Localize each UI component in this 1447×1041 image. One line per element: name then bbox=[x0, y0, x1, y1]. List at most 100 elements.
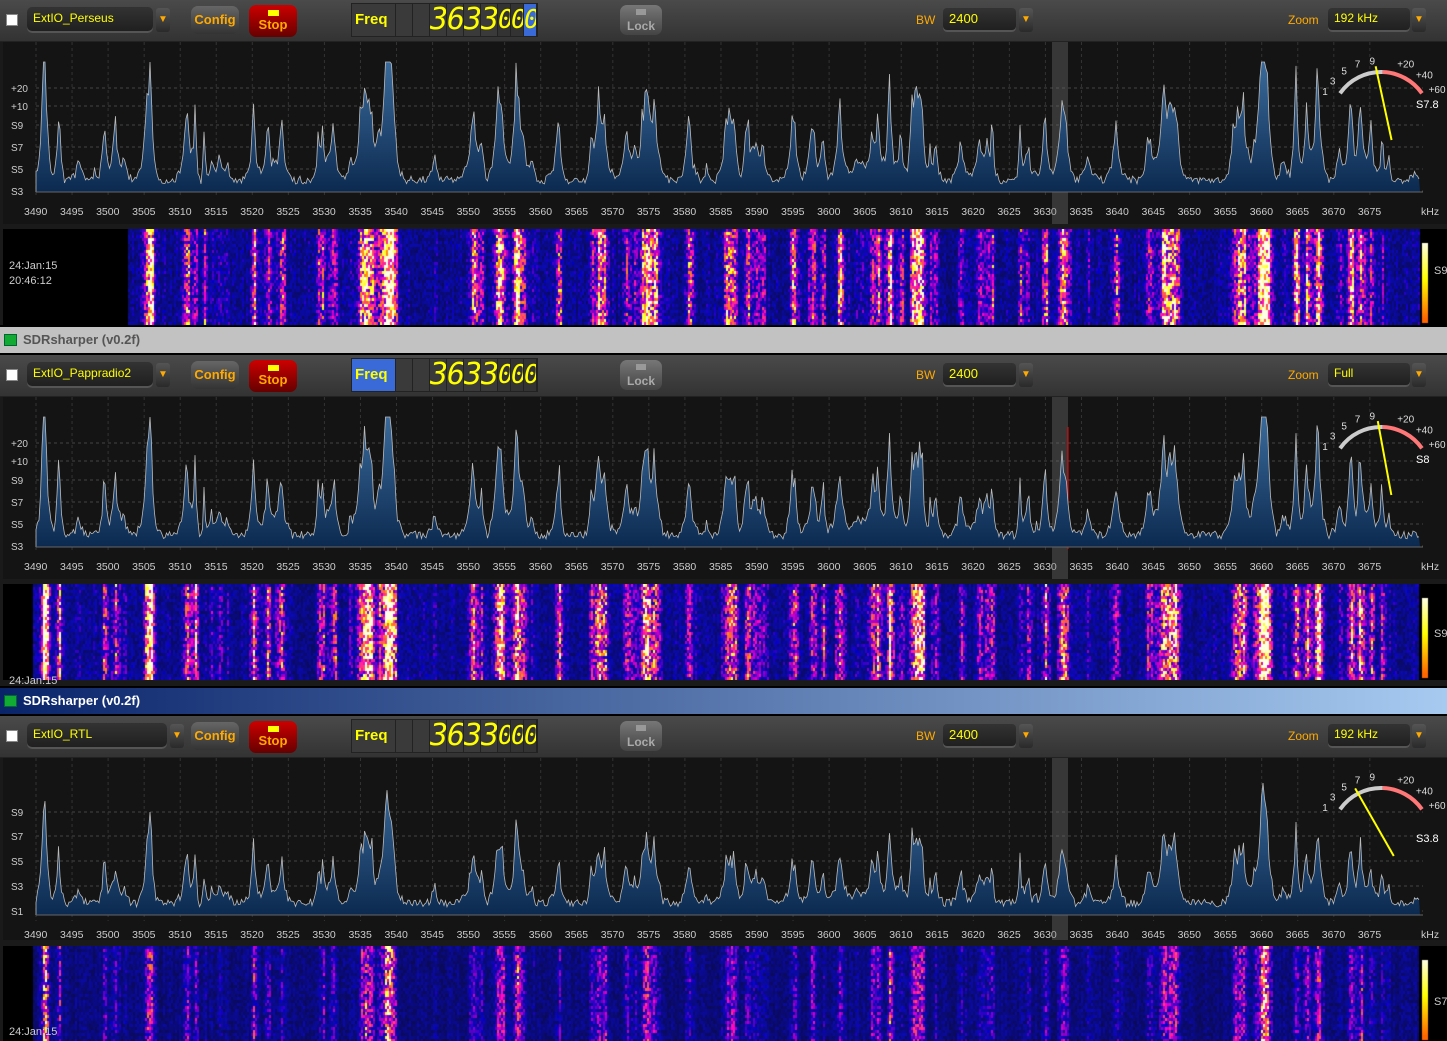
freq-digit[interactable]: 3 bbox=[430, 720, 447, 752]
sdr-panel: ExtIO_Perseus ▼ Config Stop Freq 3 6 3 3… bbox=[0, 0, 1447, 325]
freq-digit[interactable]: 3 bbox=[464, 359, 481, 391]
freq-digit-blank[interactable] bbox=[413, 359, 430, 391]
s-meter-tick-label: 3 bbox=[1330, 77, 1336, 88]
stop-button[interactable]: Stop bbox=[249, 5, 297, 37]
freq-digit[interactable]: 0 bbox=[498, 4, 511, 36]
freq-digit[interactable]: 0 bbox=[498, 359, 511, 391]
x-axis-tick-label: 3505 bbox=[132, 561, 156, 573]
s-meter-tick-label: 1 bbox=[1322, 87, 1328, 98]
waterfall-display[interactable] bbox=[3, 584, 1447, 680]
spectrum-display[interactable]: +20 +10 S9 S7 S5 S33490 3495 3500 3505 3510 3515 35… bbox=[3, 42, 1447, 224]
zoom-select[interactable]: 192 kHz bbox=[1328, 724, 1410, 748]
config-button[interactable]: Config bbox=[191, 6, 239, 34]
spectrum-display[interactable]: +20 +10 S9 S7 S5 S33490 3495 3500 3505 3510 3515 35… bbox=[3, 397, 1447, 579]
spectrum-fill bbox=[36, 783, 1420, 915]
bw-select[interactable]: 2400 bbox=[943, 363, 1016, 387]
zoom-dropdown-arrow-icon[interactable]: ▼ bbox=[1412, 724, 1426, 748]
bw-dropdown-arrow-icon[interactable]: ▼ bbox=[1019, 363, 1033, 387]
x-axis-tick-label: 3560 bbox=[529, 929, 553, 940]
zoom-dropdown-arrow-icon[interactable]: ▼ bbox=[1412, 363, 1426, 387]
source-select[interactable]: ExtIO_RTL bbox=[27, 723, 167, 749]
panel-checkbox[interactable] bbox=[6, 14, 18, 26]
zoom-select[interactable]: Full bbox=[1328, 363, 1410, 387]
x-axis-tick-label: 3600 bbox=[817, 561, 841, 573]
s-meter-tick-label: 5 bbox=[1341, 783, 1347, 794]
frequency-display[interactable]: Freq 3 6 3 3 0 0 0 bbox=[351, 358, 538, 392]
config-button[interactable]: Config bbox=[191, 722, 239, 750]
y-axis-label: S3 bbox=[11, 542, 24, 553]
freq-label[interactable]: Freq bbox=[352, 4, 396, 36]
x-axis-tick-label: 3545 bbox=[421, 929, 445, 940]
freq-digit-blank[interactable] bbox=[413, 720, 430, 752]
freq-digit[interactable]: 0 bbox=[511, 720, 524, 752]
source-select[interactable]: ExtIO_Perseus bbox=[27, 7, 153, 33]
freq-digit-blank[interactable] bbox=[396, 359, 413, 391]
x-axis-tick-label: 3595 bbox=[781, 929, 805, 940]
x-axis-tick-label: 3505 bbox=[132, 206, 156, 218]
stop-button[interactable]: Stop bbox=[249, 721, 297, 753]
bw-dropdown-arrow-icon[interactable]: ▼ bbox=[1019, 8, 1033, 32]
waterfall-display[interactable] bbox=[3, 946, 1447, 1041]
lock-button[interactable]: Lock bbox=[620, 360, 662, 390]
freq-digit-blank[interactable] bbox=[396, 720, 413, 752]
freq-digit[interactable]: 3 bbox=[481, 4, 498, 36]
window-titlebar-inactive[interactable]: SDRsharper (v0.2f) bbox=[0, 327, 1447, 353]
x-axis-tick-label: 3540 bbox=[385, 206, 409, 218]
freq-digit[interactable]: 6 bbox=[447, 720, 464, 752]
freq-digit[interactable]: 3 bbox=[481, 720, 498, 752]
frequency-display[interactable]: Freq 3 6 3 3 0 0 0 bbox=[351, 719, 538, 753]
freq-digit[interactable]: 0 bbox=[524, 4, 537, 36]
freq-digit-blank[interactable] bbox=[396, 4, 413, 36]
freq-digit[interactable]: 0 bbox=[498, 720, 511, 752]
zoom-dropdown-arrow-icon[interactable]: ▼ bbox=[1412, 8, 1426, 32]
source-dropdown-arrow-icon[interactable]: ▼ bbox=[170, 724, 184, 748]
panel-checkbox[interactable] bbox=[6, 369, 18, 381]
stop-button[interactable]: Stop bbox=[249, 360, 297, 392]
x-axis-tick-label: 3520 bbox=[240, 206, 264, 218]
s-meter-tick-label: 7 bbox=[1355, 60, 1361, 71]
zoom-select[interactable]: 192 kHz bbox=[1328, 8, 1410, 32]
freq-label[interactable]: Freq bbox=[352, 720, 396, 752]
s-meter-tick-label: 5 bbox=[1341, 67, 1347, 78]
spectrum-fill bbox=[36, 62, 1420, 192]
freq-digit[interactable]: 0 bbox=[511, 4, 524, 36]
freq-digit[interactable]: 3 bbox=[430, 4, 447, 36]
y-axis-label: S7 bbox=[11, 498, 24, 509]
window-title: SDRsharper (v0.2f) bbox=[23, 332, 141, 347]
freq-digit[interactable]: 6 bbox=[447, 359, 464, 391]
window-titlebar-active[interactable]: SDRsharper (v0.2f) bbox=[0, 688, 1447, 714]
freq-digit[interactable]: 3 bbox=[481, 359, 498, 391]
frequency-display[interactable]: Freq 3 6 3 3 0 0 0 bbox=[351, 3, 538, 37]
source-select[interactable]: ExtIO_Pappradio2 bbox=[27, 362, 153, 388]
freq-digit[interactable]: 0 bbox=[524, 359, 537, 391]
s-meter-tick-label: 9 bbox=[1370, 56, 1376, 67]
x-axis-tick-label: 3625 bbox=[997, 206, 1021, 218]
bw-dropdown-arrow-icon[interactable]: ▼ bbox=[1019, 724, 1033, 748]
freq-digit[interactable]: 0 bbox=[524, 720, 537, 752]
s-meter-tick-label: 3 bbox=[1330, 432, 1336, 443]
source-dropdown-arrow-icon[interactable]: ▼ bbox=[156, 8, 170, 32]
freq-digit[interactable]: 0 bbox=[511, 359, 524, 391]
y-axis-label: S7 bbox=[11, 143, 24, 154]
bw-select[interactable]: 2400 bbox=[943, 724, 1016, 748]
config-button[interactable]: Config bbox=[191, 361, 239, 389]
source-dropdown-arrow-icon[interactable]: ▼ bbox=[156, 363, 170, 387]
panel-checkbox[interactable] bbox=[6, 730, 18, 742]
freq-label[interactable]: Freq bbox=[352, 359, 396, 391]
freq-digit[interactable]: 3 bbox=[464, 720, 481, 752]
bw-select[interactable]: 2400 bbox=[943, 8, 1016, 32]
x-axis-tick-label: 3495 bbox=[60, 929, 84, 940]
freq-digit-blank[interactable] bbox=[413, 4, 430, 36]
freq-digit[interactable]: 3 bbox=[464, 4, 481, 36]
x-axis-tick-label: 3560 bbox=[529, 561, 553, 573]
lock-button[interactable]: Lock bbox=[620, 721, 662, 751]
lock-button[interactable]: Lock bbox=[620, 5, 662, 35]
freq-digit[interactable]: 3 bbox=[430, 359, 447, 391]
x-axis-tick-label: 3620 bbox=[961, 206, 985, 218]
waterfall-display[interactable] bbox=[3, 229, 1447, 325]
spectrum-display[interactable]: S9 S7 S5 S3 S13490 3495 3500 3505 3510 3515 3520 35… bbox=[3, 758, 1447, 940]
toolbar: ExtIO_RTL ▼ Config Stop Freq 3 6 3 3 0 0… bbox=[0, 716, 1447, 758]
x-axis-tick-label: 3670 bbox=[1322, 929, 1346, 940]
x-axis-tick-label: 3545 bbox=[421, 206, 445, 218]
freq-digit[interactable]: 6 bbox=[447, 4, 464, 36]
